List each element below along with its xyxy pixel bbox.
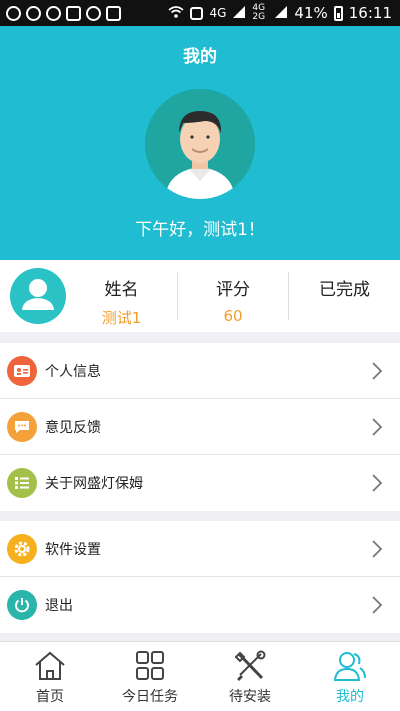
menu-item-logout[interactable]: 退出 xyxy=(0,577,400,633)
menu-item-label: 意见反馈 xyxy=(45,419,101,436)
battery-icon xyxy=(333,5,343,21)
app-notification-icon xyxy=(26,5,41,21)
list-icon xyxy=(7,468,37,498)
score-column: 评分 60 xyxy=(178,260,288,332)
completed-label: 已完成 xyxy=(319,280,370,300)
menu-item-label: 个人信息 xyxy=(45,363,101,380)
network-type-2: 4G 2G xyxy=(252,3,266,22)
person-icon xyxy=(22,279,54,310)
menu-item-personal-info[interactable]: 个人信息 xyxy=(0,343,400,399)
menu-item-label: 软件设置 xyxy=(45,541,101,558)
profile-header: 我的 下午好，测试1！ xyxy=(0,26,400,260)
tools-icon xyxy=(234,650,266,681)
shop-notification-icon xyxy=(106,5,121,21)
home-icon xyxy=(35,651,65,680)
bottom-tab-bar: 首页 今日任务 待安装 我的 xyxy=(0,641,400,711)
page-title: 我的 xyxy=(183,47,217,67)
tab-label: 首页 xyxy=(36,689,64,705)
location-notification-icon xyxy=(86,5,101,21)
menu-item-settings[interactable]: 软件设置 xyxy=(0,521,400,577)
chevron-right-icon xyxy=(372,361,383,380)
tab-mine[interactable]: 我的 xyxy=(300,642,400,711)
tab-label: 待安装 xyxy=(229,689,271,705)
clock: 16:11 xyxy=(348,4,392,22)
score-label: 评分 xyxy=(216,280,250,300)
tab-home[interactable]: 首页 xyxy=(0,642,100,711)
wifi-icon xyxy=(168,5,185,22)
name-column: 姓名 测试1 xyxy=(66,260,177,332)
app-notification-icon xyxy=(6,5,21,21)
person-icon xyxy=(333,652,366,681)
app-notification-icon xyxy=(46,5,61,21)
image-notification-icon xyxy=(66,5,81,21)
man-avatar-icon xyxy=(145,89,255,199)
chevron-right-icon xyxy=(372,596,383,614)
menu-item-about[interactable]: 关于网盛灯保姆 xyxy=(0,455,400,511)
name-value: 测试1 xyxy=(101,309,142,327)
menu-item-feedback[interactable]: 意见反馈 xyxy=(0,399,400,455)
menu-group-1: 个人信息 意见反馈 关于网盛灯保姆 xyxy=(0,343,400,511)
battery-percent: 41% xyxy=(294,4,328,22)
chevron-right-icon xyxy=(372,539,383,558)
chevron-right-icon xyxy=(372,474,383,492)
menu-item-label: 关于网盛灯保姆 xyxy=(45,476,143,492)
grid-icon xyxy=(136,651,164,680)
tab-today-tasks[interactable]: 今日任务 xyxy=(100,642,200,711)
signal-icon xyxy=(232,5,246,22)
score-value: 60 xyxy=(223,307,243,325)
menu-group-2: 软件设置 退出 xyxy=(0,521,400,633)
nfc-icon xyxy=(190,6,204,20)
tab-pending-install[interactable]: 待安装 xyxy=(200,642,300,711)
user-avatar-small xyxy=(10,268,66,324)
menu-item-label: 退出 xyxy=(45,598,73,614)
user-avatar[interactable] xyxy=(145,89,255,199)
profile-summary: 姓名 测试1 评分 60 已完成 xyxy=(0,260,400,332)
status-bar: 4G 4G 2G 41% 16:11 xyxy=(0,0,400,26)
signal-icon xyxy=(274,5,288,22)
greeting-text: 下午好，测试1！ xyxy=(135,220,265,240)
chat-bubble-icon xyxy=(7,411,37,442)
id-card-icon xyxy=(7,355,37,386)
power-icon xyxy=(7,590,37,620)
completed-column: 已完成 xyxy=(289,260,400,332)
gear-icon xyxy=(7,533,37,564)
tab-label: 今日任务 xyxy=(122,689,178,705)
chevron-right-icon xyxy=(372,417,383,436)
tab-label: 我的 xyxy=(336,689,364,705)
name-label: 姓名 xyxy=(104,280,139,300)
network-type: 4G xyxy=(209,6,227,20)
